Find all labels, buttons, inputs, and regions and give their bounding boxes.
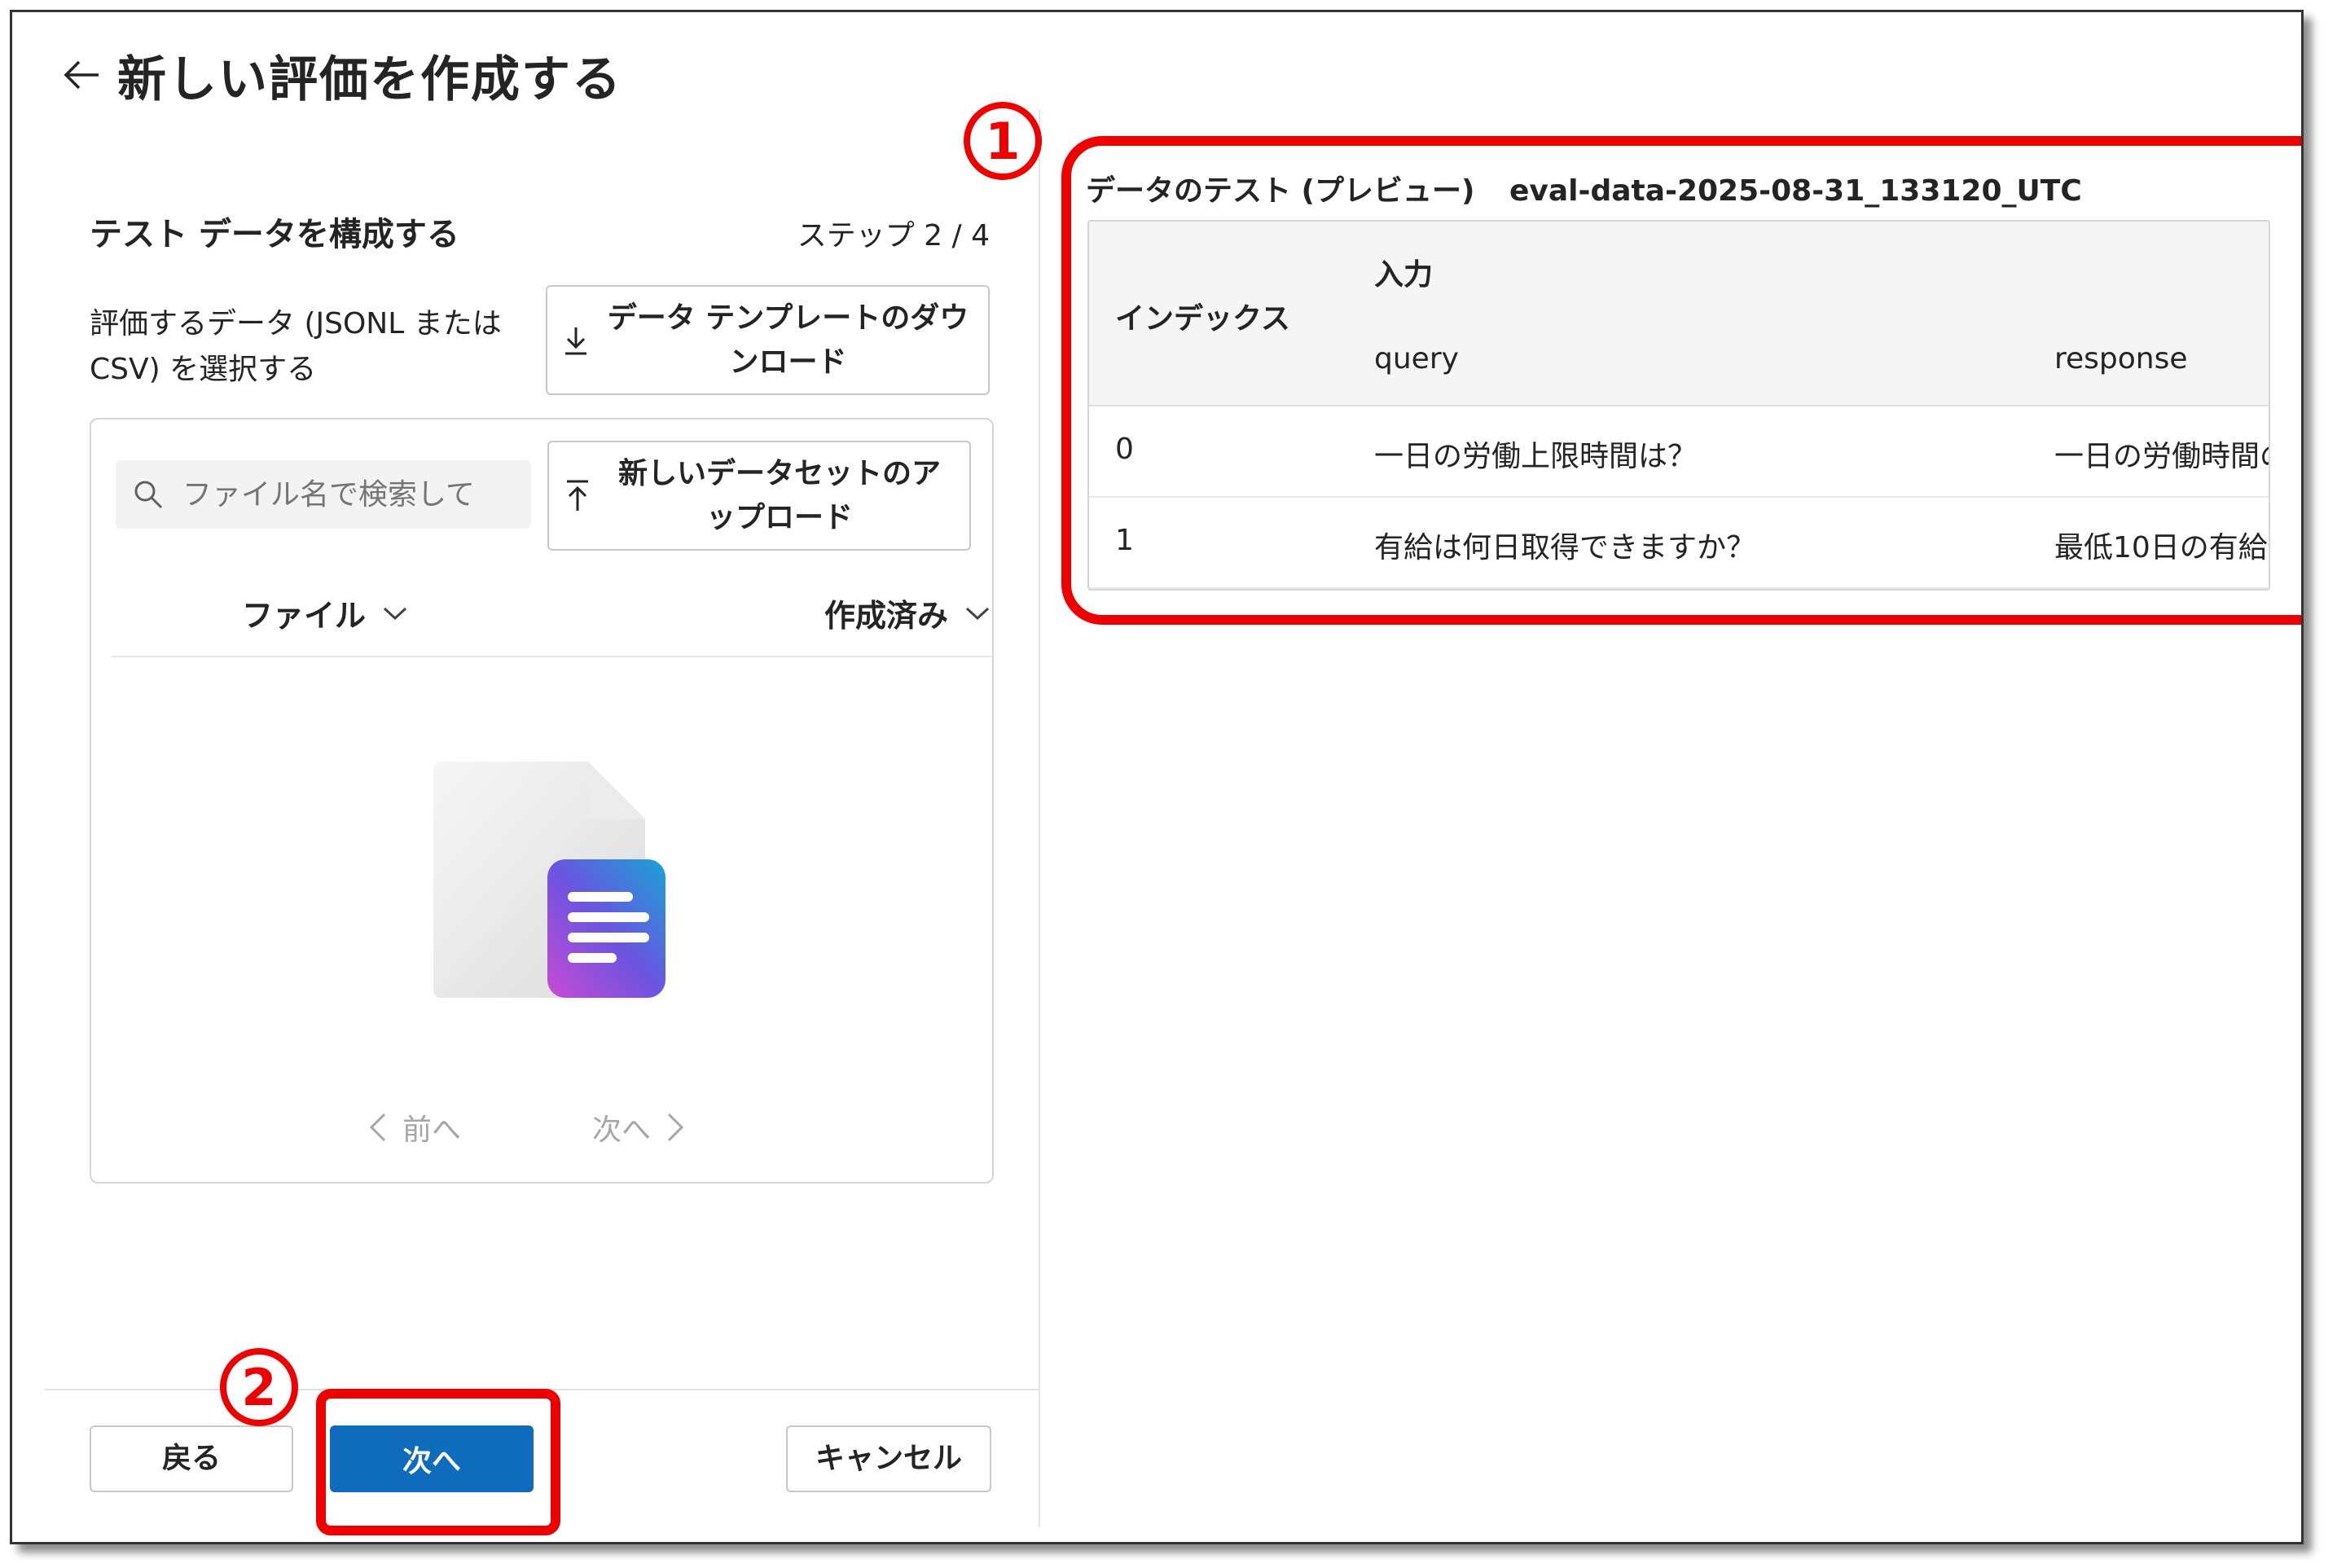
wizard-pane: 新しい評価を作成する テスト データを構成する ステップ 2 / 4 評価するデ…: [12, 12, 1039, 1542]
file-search[interactable]: [116, 460, 531, 529]
step-counter: ステップ 2 / 4: [797, 219, 990, 253]
app-window: 新しい評価を作成する テスト データを構成する ステップ 2 / 4 評価するデ…: [10, 10, 2304, 1544]
column-header-created-label: 作成済み: [824, 598, 949, 634]
header-index: インデックス: [1115, 302, 1290, 336]
download-template-button[interactable]: データ テンプレートのダウンロード: [546, 285, 990, 395]
cell-query: 一日の労働上限時間は？: [1374, 440, 1698, 473]
header-query: query: [1374, 342, 1459, 376]
file-search-input[interactable]: [181, 477, 510, 512]
cell-index: 0: [1115, 433, 1134, 466]
header-input-group: 入力: [1374, 258, 1434, 292]
search-icon: [116, 478, 181, 511]
table-header: インデックス 入力 query response: [1089, 222, 2269, 406]
file-picker-panel: 新しいデータセットのアップロード ファイル 作成済み: [90, 418, 994, 1184]
column-divider: [112, 656, 992, 657]
step-heading: テスト データを構成する: [90, 216, 459, 253]
next-button[interactable]: 次へ: [330, 1425, 534, 1492]
header-response: response: [2054, 342, 2188, 376]
back-button-label: 戻る: [161, 1442, 221, 1475]
cell-response: 最低10日の有給休: [2054, 531, 2269, 564]
upload-icon: [549, 478, 606, 514]
pager-next[interactable]: 次へ: [592, 1106, 685, 1149]
preview-title: データのテスト (プレビュー) eval-data-2025-08-31_133…: [1086, 167, 2082, 209]
chevron-down-icon: [965, 607, 990, 620]
upload-dataset-button[interactable]: 新しいデータセットのアップロード: [547, 441, 971, 551]
cancel-button[interactable]: キャンセル: [786, 1425, 991, 1492]
pager-previous[interactable]: 前へ: [368, 1106, 461, 1149]
column-header-file[interactable]: ファイル: [242, 591, 408, 635]
annotation-marker-2: 2: [220, 1348, 298, 1426]
download-icon: [547, 324, 604, 357]
chevron-right-icon: [667, 1113, 684, 1142]
empty-file-illustration: [425, 753, 670, 1006]
upload-dataset-label: 新しいデータセットのアップロード: [617, 456, 941, 534]
back-button[interactable]: 戻る: [90, 1425, 293, 1492]
cell-query: 有給は何日取得できますか？: [1374, 531, 1756, 564]
footer-divider: [45, 1389, 1039, 1390]
pager-previous-label: 前へ: [402, 1113, 462, 1147]
pane-divider: [1039, 110, 1040, 1527]
data-selection-description: 評価するデータ (JSONL または CSV) を選択する: [90, 307, 502, 386]
page-header: 新しい評価を作成する: [57, 38, 622, 112]
annotation-marker-1: 1: [964, 102, 1042, 180]
column-header-file-label: ファイル: [242, 598, 367, 634]
page-title: 新しい評価を作成する: [117, 51, 622, 108]
back-arrow-icon[interactable]: [57, 51, 106, 99]
cancel-button-label: キャンセル: [815, 1442, 962, 1475]
cell-index: 1: [1115, 524, 1134, 557]
table-row: 0 一日の労働上限時間は？ 一日の労働時間の: [1089, 405, 2269, 498]
preview-filename: eval-data-2025-08-31_133120_UTC: [1509, 174, 2082, 208]
chevron-left-icon: [369, 1113, 386, 1142]
table-row: 1 有給は何日取得できますか？ 最低10日の有給休: [1089, 496, 2269, 589]
download-template-label: データ テンプレートのダウンロード: [607, 301, 969, 379]
preview-title-label: データのテスト (プレビュー): [1086, 174, 1475, 208]
cell-response: 一日の労働時間の: [2054, 440, 2270, 473]
column-header-created[interactable]: 作成済み: [824, 591, 991, 635]
preview-table: インデックス 入力 query response 0 一日の労働上限時間は？ 一…: [1087, 220, 2270, 591]
pager-next-label: 次へ: [592, 1113, 652, 1147]
chevron-down-icon: [383, 607, 407, 620]
